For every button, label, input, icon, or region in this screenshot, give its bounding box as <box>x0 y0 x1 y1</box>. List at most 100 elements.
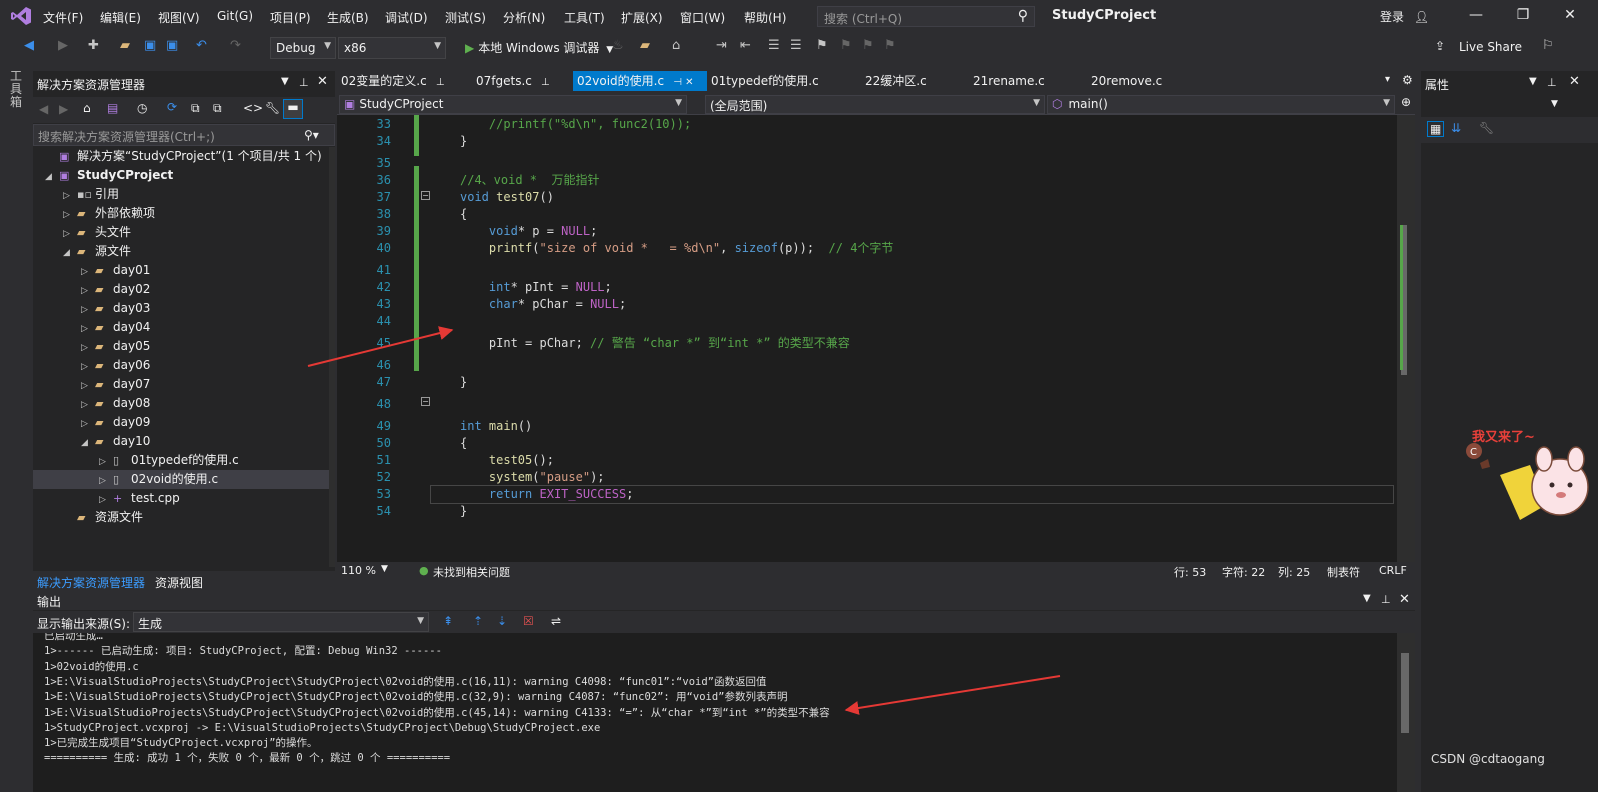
project-select[interactable]: ▣ StudyCProject ▼ <box>339 95 687 114</box>
search-input[interactable]: 搜索 (Ctrl+Q) ⚲ <box>817 6 1035 27</box>
menu-item[interactable]: 窗口(W) <box>680 9 725 26</box>
next-bookmark-icon[interactable]: ⚑ <box>862 38 874 53</box>
menu-item[interactable]: 分析(N) <box>503 9 545 26</box>
code-line[interactable]: 51 test05(); <box>337 452 1397 469</box>
menu-item[interactable]: 帮助(H) <box>744 9 786 26</box>
close-icon[interactable]: ✕ <box>1569 74 1580 89</box>
tab-solution-explorer[interactable]: 解决方案资源管理器 <box>37 574 145 591</box>
back-icon[interactable]: ◀ <box>39 102 48 116</box>
property-pages-icon[interactable]: 🔧︎ <box>1479 121 1494 135</box>
document-tab[interactable]: 20remove.c <box>1087 71 1207 91</box>
tree-item[interactable]: ▷ + test.cpp <box>33 489 329 508</box>
clear-bookmarks-icon[interactable]: ⚑ <box>884 38 896 53</box>
code-line[interactable]: 54} <box>337 503 1397 520</box>
clear-all-icon[interactable]: ☒ <box>523 614 534 628</box>
code-line[interactable]: 53 return EXIT_SUCCESS; <box>377 485 1394 504</box>
code-line[interactable]: 35 <box>337 155 1397 172</box>
pin-icon[interactable]: ⊥ <box>433 77 445 88</box>
indent-icon[interactable]: ⇥ <box>716 38 727 53</box>
save-icon[interactable]: ▣ <box>144 38 156 53</box>
goto-previous-message-icon[interactable]: ⇞ <box>443 614 453 628</box>
code-line[interactable]: 36 //4、void * 万能指针 <box>337 172 1397 189</box>
indent-mode[interactable]: 制表符 <box>1327 564 1360 580</box>
code-line[interactable]: 47} <box>337 374 1397 391</box>
close-button[interactable]: ✕ <box>1553 4 1587 26</box>
pin-icon[interactable]: ⊥ <box>299 76 309 89</box>
platform-select[interactable]: x86 ▼ <box>338 37 446 59</box>
pin-icon[interactable]: ⊥ <box>538 77 550 88</box>
solution-search-input[interactable]: 搜索解决方案资源管理器(Ctrl+;) ⚲▾ <box>33 124 335 146</box>
tree-item[interactable]: ◢ ▰ day10 <box>33 432 329 451</box>
expanded-arrow-icon[interactable]: ◢ <box>81 434 95 453</box>
tree-item[interactable]: ▷ ▰ 外部依赖项 <box>33 204 329 223</box>
menu-item[interactable]: 项目(P) <box>270 9 311 26</box>
code-line[interactable]: 46 <box>337 357 1397 374</box>
code-line[interactable]: 49 int main() <box>337 418 1397 435</box>
tree-item[interactable]: ▷ ▰ day01 <box>33 261 329 280</box>
switch-views-icon[interactable]: ▤ <box>107 101 118 115</box>
tree-item[interactable]: ▷ ▯ 01typedef的使用.c <box>33 451 329 470</box>
menu-item[interactable]: 调试(D) <box>385 9 428 26</box>
pending-changes-icon[interactable]: ◷ <box>137 101 147 115</box>
feedback-icon[interactable]: ⚐ <box>1542 38 1554 53</box>
menu-item[interactable]: 扩展(X) <box>621 9 663 26</box>
word-wrap-icon[interactable]: ⇌ <box>551 614 561 628</box>
tab-overflow-icon[interactable]: ▾ <box>1385 74 1390 85</box>
code-line[interactable]: 33 //printf("%d\n", func2(10)); <box>337 116 1397 133</box>
scrollbar-thumb[interactable] <box>1401 653 1409 733</box>
menu-item[interactable]: 生成(B) <box>327 9 369 26</box>
pin-icon[interactable]: ⊥ <box>1547 76 1557 89</box>
tree-item[interactable]: ▷ ▰ 头文件 <box>33 223 329 242</box>
preview-selected-icon[interactable]: ▬ <box>283 99 303 119</box>
configuration-select[interactable]: Debug ▼ <box>270 37 336 59</box>
browse-icon[interactable]: ⌂ <box>672 38 680 53</box>
login-button[interactable]: 登录 👤︎ <box>1380 8 1429 25</box>
properties-wrench-icon[interactable]: 🔧︎ <box>265 101 280 115</box>
code-line[interactable]: 44 <box>337 313 1397 330</box>
folder-icon[interactable]: ▰ <box>640 38 650 53</box>
collapse-all-icon[interactable]: ⧉ <box>191 101 200 116</box>
code-icon[interactable]: <> <box>243 101 263 115</box>
redo-icon[interactable]: ↷ <box>230 38 241 53</box>
code-line[interactable]: 37 void test07() <box>337 189 1397 206</box>
dropdown-icon[interactable]: ▼ <box>1529 76 1537 87</box>
tree-item[interactable]: ▷ ▰ day05 <box>33 337 329 356</box>
document-tab[interactable]: 21rename.c <box>969 71 1087 91</box>
tree-item[interactable]: ▷ ▰ day09 <box>33 413 329 432</box>
minimize-button[interactable]: — <box>1459 4 1493 26</box>
document-tab[interactable]: 02变量的定义.c ⊥ <box>337 71 472 91</box>
outdent-icon[interactable]: ⇤ <box>740 38 751 53</box>
output-text-area[interactable]: 已启动生成… 1>------ 已启动生成: 项目: StudyCProject,… <box>33 633 1397 792</box>
scope-select[interactable]: (全局范围) ▼ <box>705 95 1045 114</box>
maximize-button[interactable]: ❐ <box>1506 4 1540 26</box>
menu-item[interactable]: 编辑(E) <box>100 9 141 26</box>
tree-item[interactable]: ▷ ▪▫ 引用 <box>33 185 329 204</box>
document-tab[interactable]: 07fgets.c ⊥ <box>472 71 573 91</box>
document-tab[interactable]: 22缓冲区.c <box>861 71 969 91</box>
dropdown-icon[interactable]: ▼ <box>281 76 289 87</box>
categorized-icon[interactable]: ▦ <box>1427 121 1445 137</box>
code-line[interactable]: 40 printf("size of void * = %d\n", sizeo… <box>337 240 1397 257</box>
close-tab-icon[interactable]: ⊣ ✕ <box>670 77 693 88</box>
tree-item[interactable]: ▷ ▰ day07 <box>33 375 329 394</box>
menu-item[interactable]: 文件(F) <box>43 9 83 26</box>
live-share-button[interactable]: ⇪ Live Share <box>1435 39 1522 54</box>
document-tab[interactable]: 02void的使用.c ⊣ ✕ <box>573 71 707 91</box>
code-line[interactable]: 39 void* p = NULL; <box>337 223 1397 240</box>
output-scrollbar[interactable] <box>1397 633 1415 792</box>
chevron-down-icon[interactable]: ▼ <box>381 564 388 574</box>
code-line[interactable]: 45 pInt = pChar; // 警告 “char *” 到“int *”… <box>337 335 1397 352</box>
tab-resource-view[interactable]: 资源视图 <box>155 574 203 591</box>
menu-item[interactable]: Git(G) <box>217 9 253 23</box>
code-line[interactable]: 34} <box>337 133 1397 150</box>
forward-icon[interactable]: ▶ <box>58 38 68 53</box>
comment-icon[interactable]: ☰ <box>768 38 780 53</box>
pin-icon[interactable]: ⊥ <box>1381 593 1391 606</box>
tree-item[interactable]: ▷ ▯ 02void的使用.c <box>33 470 329 489</box>
toolbox-tab[interactable]: 工具箱 <box>10 70 24 109</box>
issues-status[interactable]: 未找到相关问题 <box>433 564 510 580</box>
tree-item[interactable]: ◢ ▰ 源文件 <box>33 242 329 261</box>
tree-item[interactable]: ▷ ▰ day03 <box>33 299 329 318</box>
solution-scrollbar[interactable] <box>329 147 335 567</box>
editor-vertical-scrollbar[interactable] <box>1397 115 1415 562</box>
